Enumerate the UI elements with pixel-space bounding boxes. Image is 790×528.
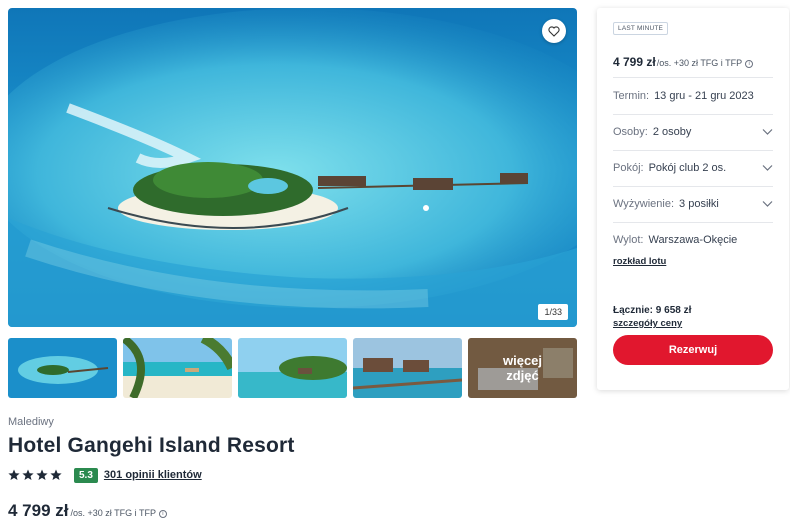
chevron-down-icon: [762, 201, 773, 207]
price-amount: 4 799 zł: [8, 501, 69, 520]
departure-label: Wylot:: [613, 234, 644, 246]
price-details-link[interactable]: szczegóły ceny: [613, 318, 682, 329]
beach-palm-thumbnail: [123, 338, 232, 398]
persons-select[interactable]: Osoby: 2 osoby: [613, 118, 773, 146]
departure-value: Warszawa-Okęcie: [648, 234, 738, 246]
price-unit: /os. +30 zł TFG i TFP: [70, 508, 156, 518]
divider: [613, 77, 773, 78]
chevron-down-icon: [762, 129, 773, 135]
water-villas-thumbnail: [353, 338, 462, 398]
divider: [613, 222, 773, 223]
divider: [613, 150, 773, 151]
board-label: Wyżywienie:: [613, 198, 675, 210]
divider: [613, 186, 773, 187]
review-score-badge: 5.3: [74, 467, 98, 483]
star-icon: [50, 469, 62, 480]
room-value: Pokój club 2 os.: [648, 162, 727, 174]
booking-panel: LAST MINUTE 4 799 zł /os. +30 zł TFG i T…: [597, 8, 789, 390]
divider: [613, 114, 773, 115]
term-label: Termin:: [613, 90, 650, 102]
star-icon: [8, 469, 20, 480]
island-aerial-thumbnail: [8, 338, 117, 398]
star-icon: [22, 469, 34, 480]
term-row: Termin: 13 gru - 21 gru 2023: [613, 82, 773, 110]
thumbnail-1[interactable]: [8, 338, 117, 398]
panel-price-amount: 4 799 zł: [613, 55, 656, 69]
persons-value: 2 osoby: [652, 126, 692, 138]
rating-row: 5.3 301 opinii klientów: [8, 467, 202, 483]
panel-price: 4 799 zł /os. +30 zł TFG i TFP i: [613, 55, 754, 69]
thumbnail-5-more[interactable]: więcej zdjęć: [468, 338, 577, 398]
total-price: Łącznie: 9 658 zł: [613, 305, 692, 316]
panel-price-unit: /os. +30 zł TFG i TFP: [656, 58, 743, 68]
departure-row: Wylot: Warszawa-Okęcie: [613, 226, 773, 254]
hotel-title: Hotel Gangehi Island Resort: [8, 434, 295, 457]
info-icon[interactable]: i: [158, 510, 167, 518]
board-value: 3 posiłki: [679, 198, 719, 210]
maldives-island-photo: [8, 8, 577, 327]
country-label: Malediwy: [8, 416, 54, 428]
reviews-link[interactable]: 301 opinii klientów: [104, 469, 202, 481]
last-minute-badge: LAST MINUTE: [613, 22, 669, 35]
thumbnail-4[interactable]: [353, 338, 462, 398]
persons-label: Osoby:: [613, 126, 648, 138]
hotel-price: 4 799 zł /os. +30 zł TFG i TFP i: [8, 501, 167, 521]
star-icon: [36, 469, 48, 480]
reserve-button[interactable]: Rezerwuj: [613, 335, 773, 365]
favorite-button[interactable]: [542, 19, 566, 43]
room-select[interactable]: Pokój: Pokój club 2 os.: [613, 154, 773, 182]
board-select[interactable]: Wyżywienie: 3 posiłki: [613, 190, 773, 218]
room-label: Pokój:: [613, 162, 644, 174]
term-value: 13 gru - 21 gru 2023: [654, 90, 754, 102]
thumbnail-3[interactable]: [238, 338, 347, 398]
info-icon[interactable]: i: [745, 60, 754, 68]
flight-schedule-link[interactable]: rozkład lotu: [613, 256, 666, 267]
island-bungalows-thumbnail: [238, 338, 347, 398]
photo-counter: 1/33: [538, 304, 568, 320]
heart-icon: [548, 25, 560, 37]
main-photo[interactable]: 1/33: [8, 8, 577, 327]
thumbnail-strip: więcej zdjęć: [8, 338, 577, 398]
star-rating: [8, 469, 62, 481]
thumbnail-2[interactable]: [123, 338, 232, 398]
chevron-down-icon: [762, 165, 773, 171]
more-photos-label: więcej zdjęć: [468, 338, 577, 398]
